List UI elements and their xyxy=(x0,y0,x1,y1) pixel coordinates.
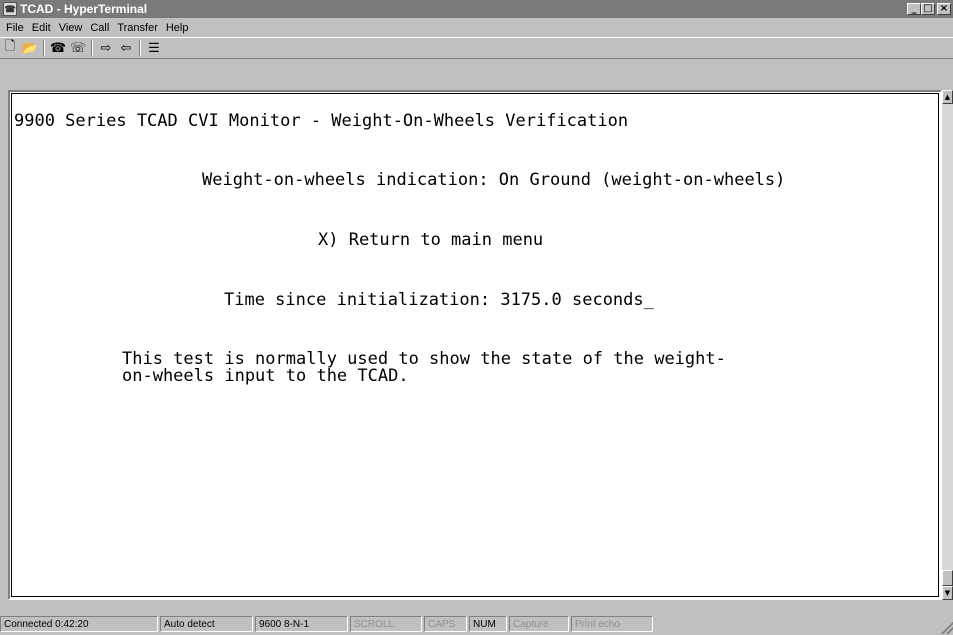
scrollbar-thumb[interactable] xyxy=(942,570,953,586)
disconnect-icon[interactable]: ☏ xyxy=(68,39,88,57)
terminal-screen[interactable]: 9900 Series TCAD CVI Monitor - Weight-On… xyxy=(11,93,939,597)
terminal-wow-indication: Weight-on-wheels indication: On Ground (… xyxy=(202,170,786,190)
status-bar: Connected 0:42:20 Auto detect 9600 8-N-1… xyxy=(0,614,953,634)
status-port-settings: 9600 8-N-1 xyxy=(255,616,348,632)
open-icon[interactable]: 📂 xyxy=(20,39,40,57)
menu-file[interactable]: File xyxy=(0,22,28,34)
status-scroll: SCROLL xyxy=(350,616,422,632)
status-print-echo: Print echo xyxy=(571,616,653,632)
status-capture: Capture xyxy=(509,616,569,632)
new-icon[interactable]: 🗋 xyxy=(0,38,20,57)
resize-grip-icon[interactable] xyxy=(941,622,953,634)
hyperterminal-app-icon[interactable]: ☎ xyxy=(3,2,17,16)
title-bar: ☎ TCAD - HyperTerminal _ □ × xyxy=(0,0,953,18)
menu-view[interactable]: View xyxy=(55,22,87,34)
status-caps: CAPS xyxy=(424,616,467,632)
terminal-header-line: 9900 Series TCAD CVI Monitor - Weight-On… xyxy=(14,111,629,131)
menu-edit[interactable]: Edit xyxy=(28,22,55,34)
toolbar-separator xyxy=(91,40,93,56)
minimize-button[interactable]: _ xyxy=(907,3,921,15)
scroll-up-arrow-icon[interactable]: ▲ xyxy=(942,90,953,104)
status-auto-detect: Auto detect xyxy=(160,616,253,632)
dial-icon[interactable]: ☎ xyxy=(48,39,68,57)
status-num: NUM xyxy=(469,616,507,632)
menu-transfer[interactable]: Transfer xyxy=(113,22,162,34)
toolbar: 🗋 📂 ☎ ☏ ⇨ ⇦ ☰ xyxy=(0,37,953,59)
vertical-scrollbar[interactable]: ▲ ▼ xyxy=(942,90,953,600)
properties-icon[interactable]: ☰ xyxy=(144,39,164,57)
terminal-window[interactable]: 9900 Series TCAD CVI Monitor - Weight-On… xyxy=(8,90,942,600)
close-button[interactable]: × xyxy=(937,3,951,15)
terminal-return-option[interactable]: X) Return to main menu xyxy=(318,230,543,250)
terminal-description-line2: on-wheels input to the TCAD. xyxy=(122,366,409,386)
scroll-down-arrow-icon[interactable]: ▼ xyxy=(942,586,953,600)
menu-bar: File Edit View Call Transfer Help xyxy=(0,19,953,36)
window-controls: _ □ × xyxy=(907,3,951,15)
toolbar-separator xyxy=(139,40,141,56)
receive-icon[interactable]: ⇦ xyxy=(116,39,136,57)
menu-call[interactable]: Call xyxy=(86,22,113,34)
send-icon[interactable]: ⇨ xyxy=(96,39,116,57)
menu-help[interactable]: Help xyxy=(162,22,193,34)
status-connected: Connected 0:42:20 xyxy=(0,616,158,632)
window-title: TCAD - HyperTerminal xyxy=(20,2,148,16)
terminal-time-since-init: Time since initialization: 3175.0 second… xyxy=(224,290,654,310)
toolbar-separator xyxy=(43,40,45,56)
maximize-button[interactable]: □ xyxy=(921,3,935,15)
